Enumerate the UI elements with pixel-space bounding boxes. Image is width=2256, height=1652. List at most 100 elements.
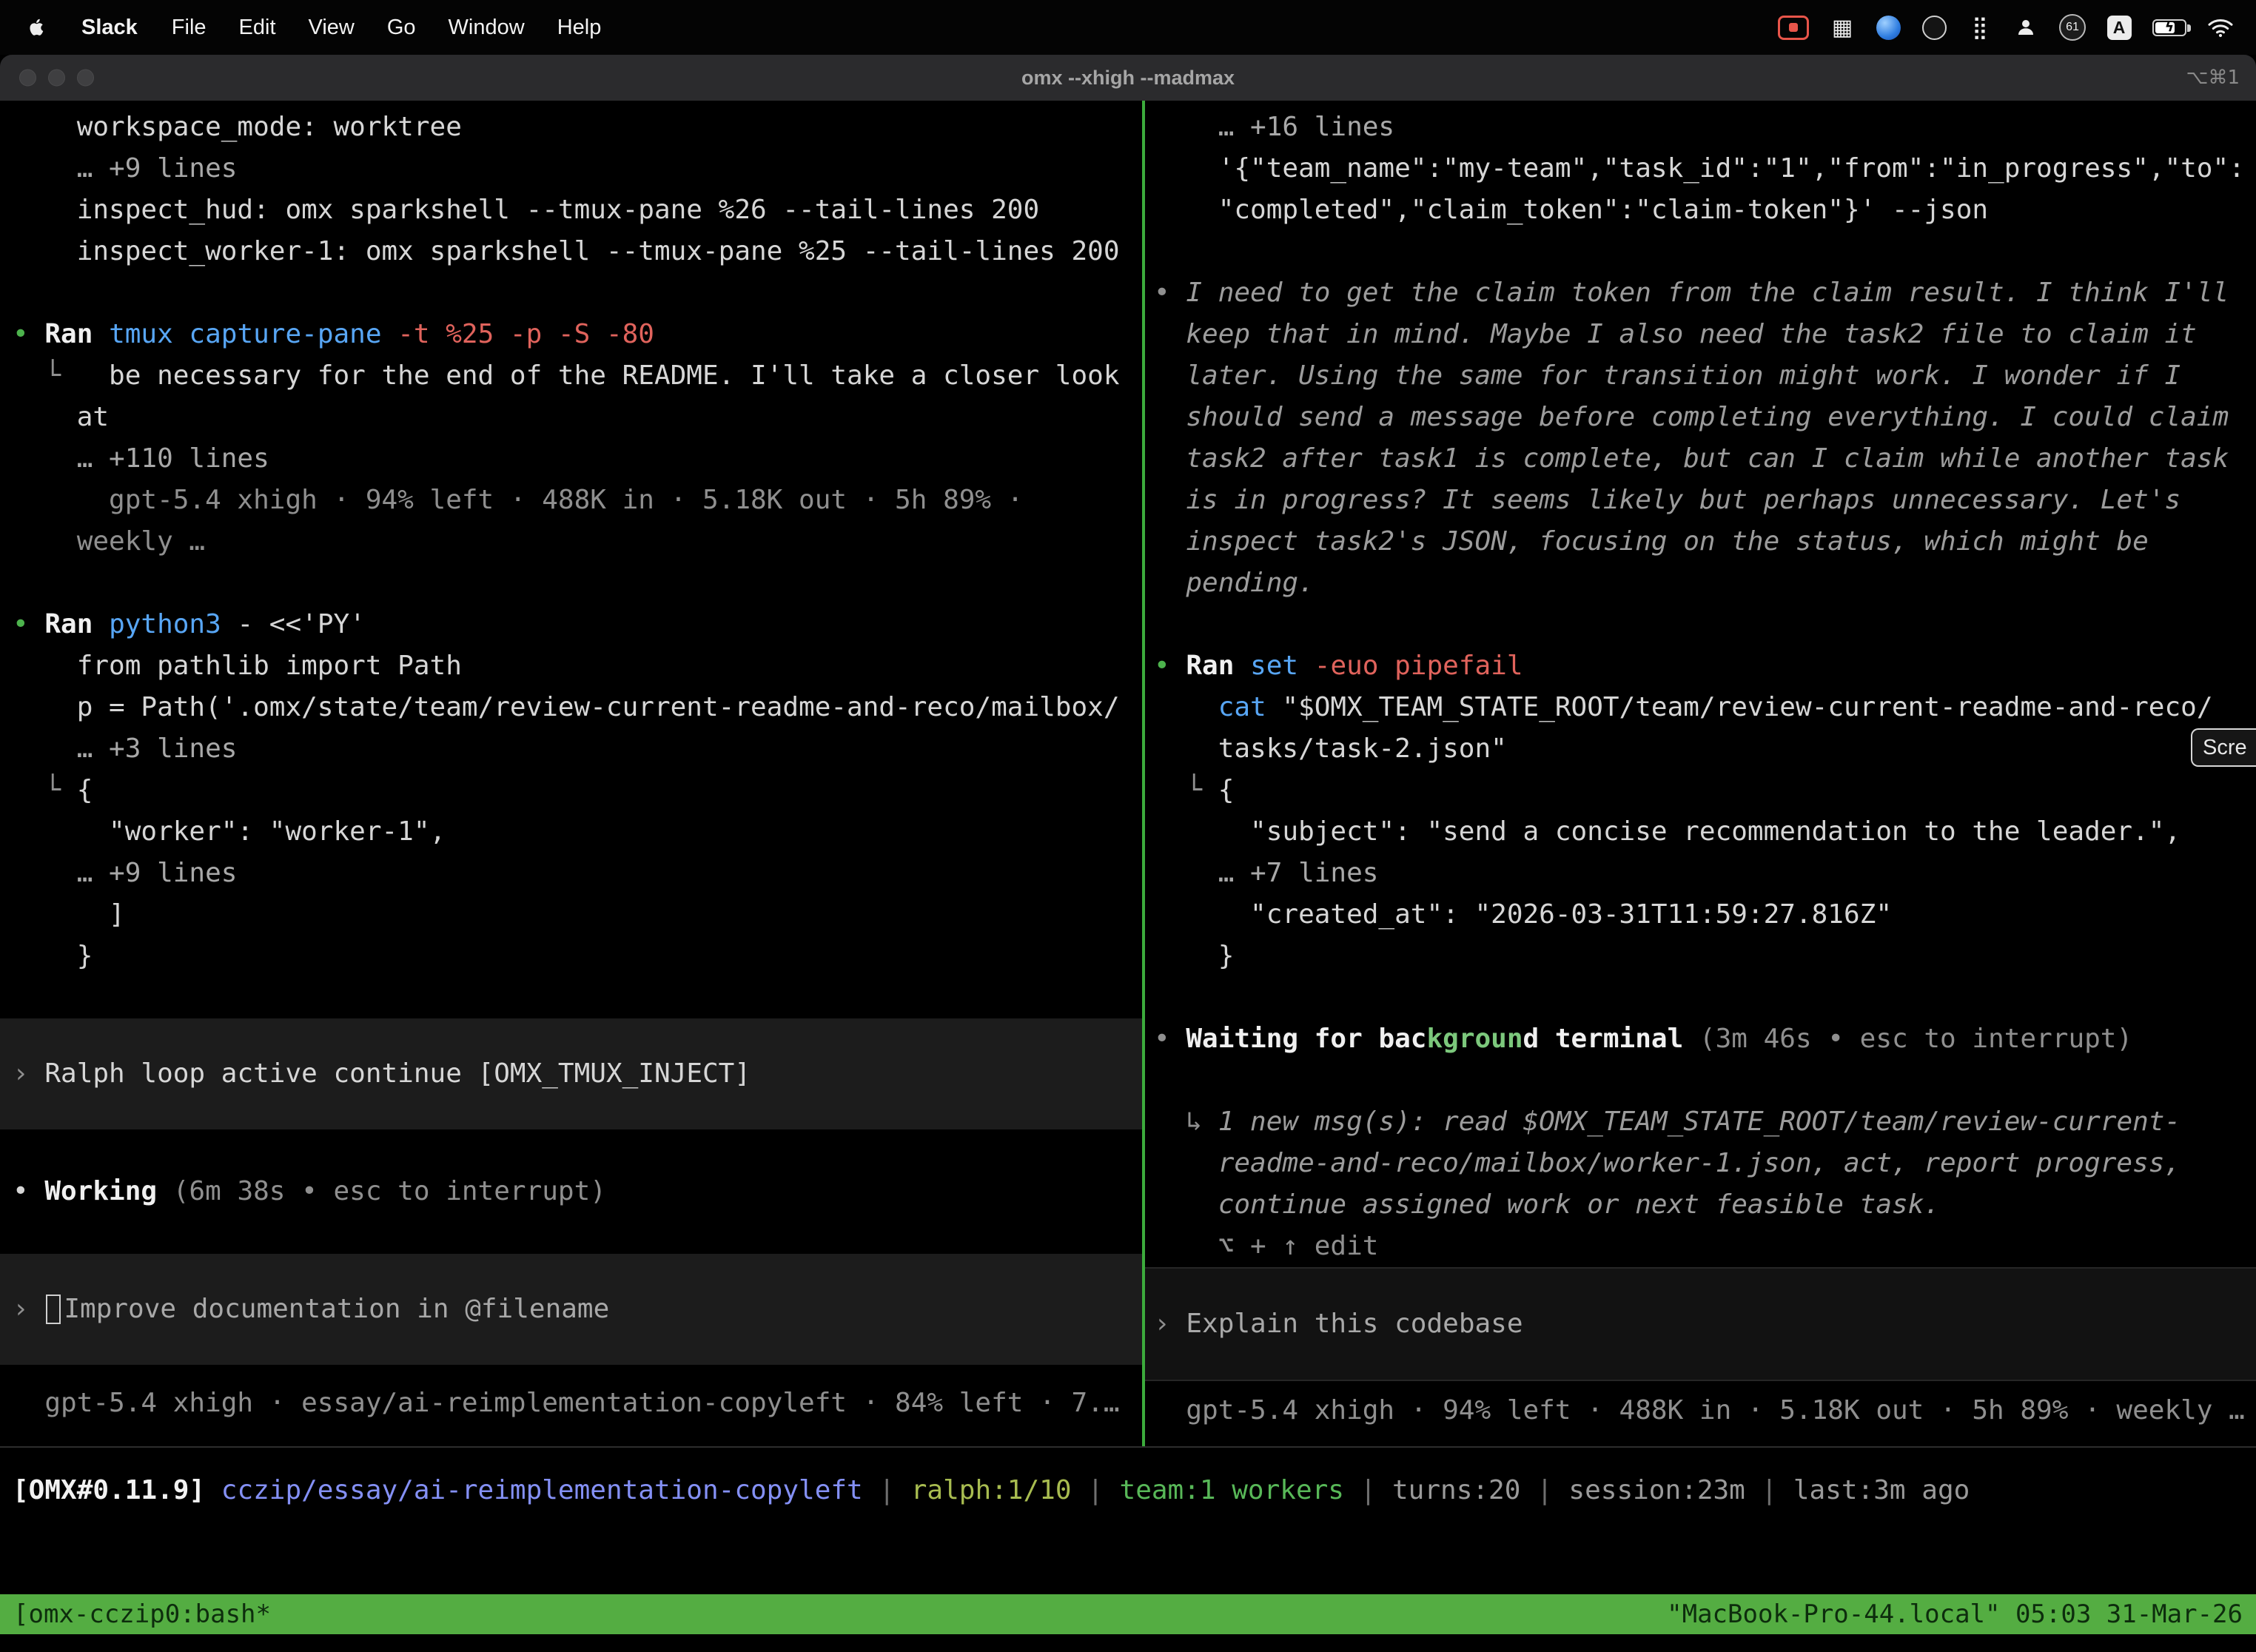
text-segment: … +3 lines (13, 733, 237, 764)
menu-file[interactable]: File (155, 16, 223, 40)
right-terminal-pane[interactable]: … +16 lines '{"team_name":"my-team","tas… (1145, 101, 2256, 1446)
terminal-line: from pathlib import Path (0, 645, 1142, 687)
terminal-line (0, 977, 1142, 1018)
terminal-line: "completed","claim_token":"claim-token"}… (1145, 189, 2256, 231)
input-source-icon[interactable]: A (2106, 10, 2132, 45)
menu-edit[interactable]: Edit (223, 16, 292, 40)
terminal-line: … +9 lines (0, 148, 1142, 189)
screenshot-tooltip-text: Scre (2203, 736, 2247, 760)
left-terminal-pane[interactable]: workspace_mode: worktree … +9 lines insp… (0, 101, 1142, 1446)
text-segment: is in progress? It seems likely but perh… (1154, 485, 2181, 515)
text-segment: ↳ (1154, 1107, 1218, 1137)
tmux-panes: workspace_mode: worktree … +9 lines insp… (0, 101, 2256, 1448)
battery-icon[interactable]: ϟ (2152, 10, 2186, 45)
text-segment: task2 after task1 is complete, but can I… (1154, 443, 2229, 474)
text-segment: -t %25 -p -S -80 (397, 319, 654, 349)
terminal-line: tasks/task-2.json" (1145, 728, 2256, 770)
text-segment: "subject": "send a concise recommendatio… (1154, 816, 2181, 847)
terminal-line: "created_at": "2026-03-31T11:59:27.816Z" (1145, 894, 2256, 936)
terminal-window: omx --xhigh --madmax ⌥⌘1 workspace_mode:… (0, 55, 2256, 1652)
menubar: Slack File Edit View Go Window Help ▦ ⣿ … (0, 0, 2256, 55)
omx-status-bar: [OMX#0.11.9] cczip/essay/ai-reimplementa… (0, 1448, 2256, 1594)
badge-61-icon[interactable]: 61 (2059, 10, 2086, 45)
text-segment: inspect task2's JSON, focusing on the st… (1154, 526, 2149, 557)
prompt-input[interactable]: › Explain this codebase (1145, 1267, 2256, 1381)
text-segment: gpt-5.4 xhigh · essay/ai-reimplementatio… (13, 1388, 1120, 1418)
text-segment: Explain this codebase (1186, 1303, 1523, 1345)
text-segment: "created_at": "2026-03-31T11:59:27.816Z" (1154, 899, 1892, 930)
text-segment: gpt-5.4 xhigh · 94% left · 488K in · 5.1… (13, 485, 1023, 515)
text-segment: (6m 38s • esc to interrupt) (173, 1176, 606, 1206)
text-segment: … +9 lines (13, 858, 237, 888)
terminal-line (1145, 231, 2256, 272)
thinking-line: is in progress? It seems likely but perh… (1145, 480, 2256, 521)
text-segment: ⌥ + ↑ edit (1154, 1231, 1378, 1261)
model-status-line: gpt-5.4 xhigh · 94% left · 488K in · 5.1… (0, 480, 1142, 521)
terminal-line: '{"team_name":"my-team","task_id":"1","f… (1145, 148, 2256, 189)
dots-icon[interactable]: ⣿ (1967, 10, 1993, 45)
working-status-line: • Working (6m 38s • esc to interrupt) (0, 1171, 1142, 1212)
text-segment: tmux capture-pane (109, 319, 397, 349)
text-segment: • (13, 319, 44, 349)
text-segment: 1 new msg(s): read $OMX_TEAM_STATE_ROOT/… (1218, 1107, 2181, 1137)
menu-view[interactable]: View (292, 16, 371, 40)
person-icon[interactable] (2013, 10, 2038, 45)
text-segment (1154, 692, 1218, 722)
terminal-line: cat "$OMX_TEAM_STATE_ROOT/team/review-cu… (1145, 687, 2256, 728)
mailbox-notice-line: ↳ 1 new msg(s): read $OMX_TEAM_STATE_ROO… (1145, 1101, 2256, 1143)
command-ran-line: • Ran python3 - <<'PY' (0, 604, 1142, 645)
text-segment: ralph:1/10 (911, 1475, 1072, 1505)
prompt-input[interactable]: › Improve documentation in @filename (0, 1254, 1142, 1365)
screen-bottom-strip (0, 1634, 2256, 1652)
model-status-line: gpt-5.4 xhigh · 94% left · 488K in · 5.1… (1145, 1390, 2256, 1431)
menubar-status-icons: ▦ ⣿ 61 A ϟ (1778, 10, 2256, 45)
menu-window[interactable]: Window (432, 16, 541, 40)
terminal-line (0, 1212, 1142, 1254)
text-segment: keep that in mind. Maybe I also need the… (1154, 319, 2197, 349)
ralph-loop-notice[interactable]: › Ralph loop active continue [OMX_TMUX_I… (0, 1018, 1142, 1129)
text-segment: • (1154, 278, 1186, 308)
text-segment: Working (44, 1176, 172, 1206)
text-segment: } (1154, 941, 1234, 971)
text-segment: should send a message before completing … (1154, 402, 2229, 432)
text-segment: inspect_worker-1: omx sparkshell --tmux-… (13, 236, 1120, 266)
terminal-line (0, 1129, 1142, 1171)
terminal-line: inspect_worker-1: omx sparkshell --tmux-… (0, 231, 1142, 272)
app-icon-dark[interactable] (1921, 10, 1947, 45)
text-segment: └ (1154, 775, 1218, 805)
app-icon-blue[interactable] (1876, 10, 1901, 45)
tmux-session-window[interactable]: [omx-cczip0:bash* (13, 1599, 271, 1629)
text-segment: › (13, 1053, 44, 1095)
text-segment: workspace_mode: worktree (13, 112, 462, 142)
menu-help[interactable]: Help (541, 16, 618, 40)
screenshot-tooltip: Scre (2191, 728, 2256, 767)
text-segment: '{"team_name":"my-team","task_id":"1","f… (1154, 153, 2245, 184)
edit-hint-line: ⌥ + ↑ edit (1145, 1226, 2256, 1267)
terminal-line: "subject": "send a concise recommendatio… (1145, 811, 2256, 853)
wifi-icon[interactable] (2207, 10, 2234, 45)
text-segment: set (1250, 651, 1315, 681)
text-segment: "$OMX_TEAM_STATE_ROOT/team/review-curren… (1282, 692, 2212, 722)
menu-app-name[interactable]: Slack (64, 16, 155, 40)
window-shortcut-hint: ⌥⌘1 (2186, 55, 2240, 101)
menu-go[interactable]: Go (371, 16, 432, 40)
screen-recording-icon[interactable] (1778, 10, 1809, 45)
text-segment: • (1154, 1024, 1186, 1054)
text-segment: be necessary for the end of the README. … (109, 360, 1119, 391)
model-status-line: gpt-5.4 xhigh · essay/ai-reimplementatio… (0, 1383, 1142, 1424)
text-segment: [OMX#0.11.9] (13, 1475, 221, 1505)
text-segment: from pathlib import Path (13, 651, 462, 681)
text-segment: tasks/task-2.json" (1154, 733, 1507, 764)
terminal-line: weekly … (0, 521, 1142, 563)
text-segment: cczip/essay/ai-reimplementation-copyleft (221, 1475, 863, 1505)
text-segment: { (77, 775, 93, 805)
text-segment: readme-and-reco/mailbox/worker-1.json, a… (1154, 1148, 2181, 1178)
apple-menu[interactable] (0, 14, 64, 41)
grid-icon[interactable]: ▦ (1830, 10, 1855, 45)
window-titlebar: omx --xhigh --madmax ⌥⌘1 (0, 55, 2256, 101)
terminal-line: └ { (1145, 770, 2256, 811)
thinking-line: should send a message before completing … (1145, 397, 2256, 438)
command-ran-line: • Ran set -euo pipefail (1145, 645, 2256, 687)
terminal-line: └ { (0, 770, 1142, 811)
text-segment: { (1218, 775, 1235, 805)
